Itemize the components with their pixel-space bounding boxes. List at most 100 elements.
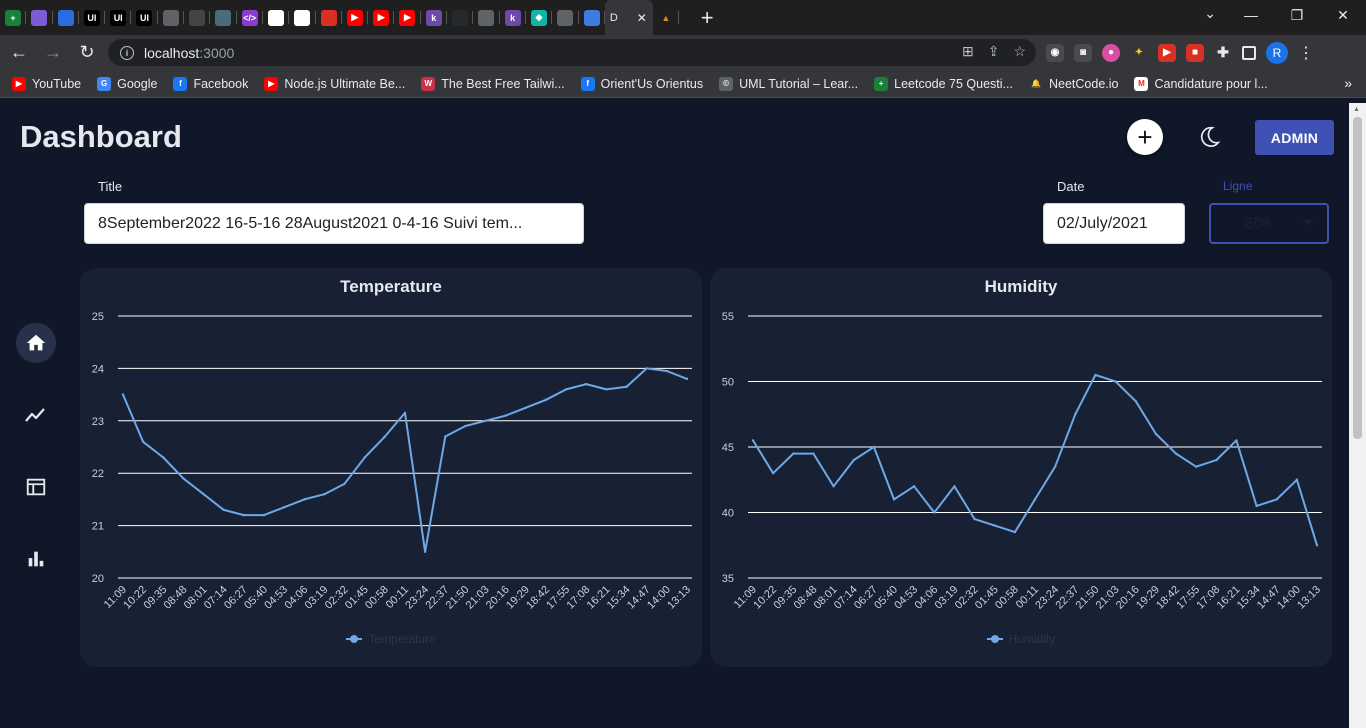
restore-icon[interactable]: ❐ [1274, 0, 1320, 30]
y-tick-label: 24 [92, 363, 104, 375]
y-tick-label: 35 [722, 573, 734, 585]
bookmark-item[interactable]: ▶ YouTube [12, 76, 81, 91]
browser-tab[interactable]: 1 [158, 0, 185, 35]
browser-tab[interactable]: </>F [237, 0, 263, 35]
browser-tab[interactable]: F [473, 0, 500, 35]
red-extension-icon[interactable]: ▶ [1158, 43, 1176, 62]
sidebar-item-table[interactable] [16, 467, 56, 507]
humidity-legend[interactable]: Humidity [710, 632, 1332, 646]
data-point [343, 482, 346, 485]
bookmark-item[interactable]: W The Best Free Tailwi... [421, 76, 565, 91]
sidebar-toggle-icon[interactable] [1242, 45, 1256, 60]
ligne-select[interactable]: E08 [1209, 203, 1329, 244]
browser-tab[interactable]: 1 [184, 0, 211, 35]
browser-tab[interactable]: UIF [105, 0, 132, 35]
sidebar-item-trends[interactable] [16, 395, 56, 435]
browser-tab[interactable]: ▶D [394, 0, 421, 35]
browser-tab[interactable]: N [26, 0, 53, 35]
admin-button[interactable]: ADMIN [1255, 120, 1334, 155]
date-field-label: Date [1057, 179, 1085, 194]
scrollbar-thumb[interactable] [1353, 117, 1362, 439]
date-input[interactable]: 02/July/2021 [1043, 203, 1185, 244]
app-icon: W [421, 76, 436, 91]
data-point [222, 508, 225, 512]
close-window-icon[interactable]: ✕ [1320, 0, 1366, 30]
browser-menu-icon[interactable]: ⋮ [1298, 43, 1314, 63]
youtube-icon: ▶ [399, 9, 416, 26]
browser-tab[interactable]: UIF [131, 0, 158, 35]
bookmark-item[interactable]: 🔔 NeetCode.io [1028, 76, 1118, 91]
app-icon [267, 9, 284, 26]
scroll-up-icon[interactable]: ▲ [1353, 106, 1360, 113]
translate-icon[interactable]: ⊞ [962, 43, 974, 60]
browser-tab[interactable]: ▶J [342, 0, 369, 35]
ligne-field-label: Ligne [1223, 179, 1253, 193]
sidebar-item-bar-chart[interactable] [16, 539, 56, 579]
record-extension-icon[interactable]: ■ [1186, 43, 1204, 62]
data-point [832, 485, 835, 488]
camera-extension-icon[interactable]: ◙ [1074, 43, 1092, 62]
color-extension-icon[interactable]: ● [1102, 43, 1120, 62]
app-icon: k [504, 9, 521, 26]
theme-toggle-button[interactable] [1194, 121, 1224, 153]
temperature-chart: 20212223242511:0910:2209:3508:4808:0107:… [92, 311, 693, 612]
more-bookmarks-icon[interactable]: » [1344, 75, 1352, 91]
browser-tab[interactable]: kc [421, 0, 448, 35]
browser-tab[interactable]: ▲I [653, 0, 680, 35]
browser-tab[interactable]: D [552, 0, 579, 35]
bookmark-item[interactable]: f Facebook [173, 76, 248, 91]
puzzle-extensions-icon[interactable]: ✚ [1214, 43, 1232, 62]
data-point [182, 477, 185, 480]
sidebar-item-home[interactable] [16, 323, 56, 363]
profile-avatar[interactable]: R [1266, 41, 1288, 64]
close-icon[interactable]: ✕ [637, 11, 647, 25]
bookmark-star-icon[interactable]: ☆ [1013, 43, 1026, 60]
site-info-icon[interactable]: i [120, 45, 134, 60]
forward-icon[interactable]: → [38, 38, 68, 68]
bookmark-label: The Best Free Tailwi... [441, 76, 565, 91]
page-title: Dashboard [20, 119, 182, 154]
bookmark-item[interactable]: © UML Tutorial – Lear... [719, 76, 858, 91]
browser-tab[interactable]: ▶S [368, 0, 395, 35]
page-scrollbar[interactable]: ▲ [1349, 103, 1366, 728]
data-point [484, 419, 487, 422]
browser-tab[interactable]: T [53, 0, 79, 35]
add-button[interactable]: + [1127, 119, 1163, 155]
bookmark-item[interactable]: + Leetcode 75 Questi... [874, 76, 1013, 91]
bookmark-item[interactable]: M Candidature pour l... [1134, 76, 1268, 91]
legend-marker-icon [986, 635, 1003, 643]
browser-tab[interactable]: H [289, 0, 316, 35]
back-icon[interactable]: ← [4, 38, 34, 68]
browser-tab[interactable]: UIF [79, 0, 106, 35]
browser-tab[interactable]: kc [500, 0, 526, 35]
browser-tab[interactable]: F [210, 0, 237, 35]
bookmark-label: Google [117, 76, 158, 91]
facebook-icon: f [580, 76, 595, 91]
browser-tab[interactable]: ◆T [526, 0, 553, 35]
bookmark-item[interactable]: G Google [97, 76, 158, 91]
browser-tab[interactable]: D [579, 0, 605, 35]
new-tab-icon[interactable]: + [693, 5, 721, 31]
browser-tab-active[interactable]: D ✕ [604, 0, 653, 35]
browser-tab[interactable]: S [316, 0, 342, 35]
bookmark-item[interactable]: ▶ Node.js Ultimate Be... [264, 76, 405, 91]
y-tick-label: 20 [92, 573, 104, 585]
browser-tab[interactable]: Y [447, 0, 474, 35]
temperature-legend[interactable]: Temperature [80, 632, 702, 646]
x-tick-label: 13:13 [1295, 584, 1323, 612]
minimize-icon[interactable]: — [1228, 0, 1274, 30]
app-icon [320, 9, 337, 26]
title-input[interactable]: 8September2022 16-5-16 28August2021 0-4-… [84, 203, 584, 244]
data-point [141, 440, 145, 443]
data-point [564, 388, 568, 391]
colorzilla-extension-icon[interactable]: ✦ [1130, 43, 1148, 62]
data-point [872, 445, 876, 449]
share-icon[interactable]: ⇪ [988, 43, 1000, 60]
tab-search-icon[interactable]: ⌄ [1204, 5, 1216, 22]
browser-tab[interactable]: + [0, 0, 27, 35]
browser-tab[interactable]: E [263, 0, 290, 35]
bookmark-item[interactable]: f Orient'Us Orientus [580, 76, 703, 91]
address-bar[interactable]: i localhost:3000 ⊞ ⇪ ☆ [108, 39, 1036, 66]
glasses-extension-icon[interactable]: ◉ [1046, 43, 1064, 62]
reload-icon[interactable]: ↻ [72, 38, 102, 68]
